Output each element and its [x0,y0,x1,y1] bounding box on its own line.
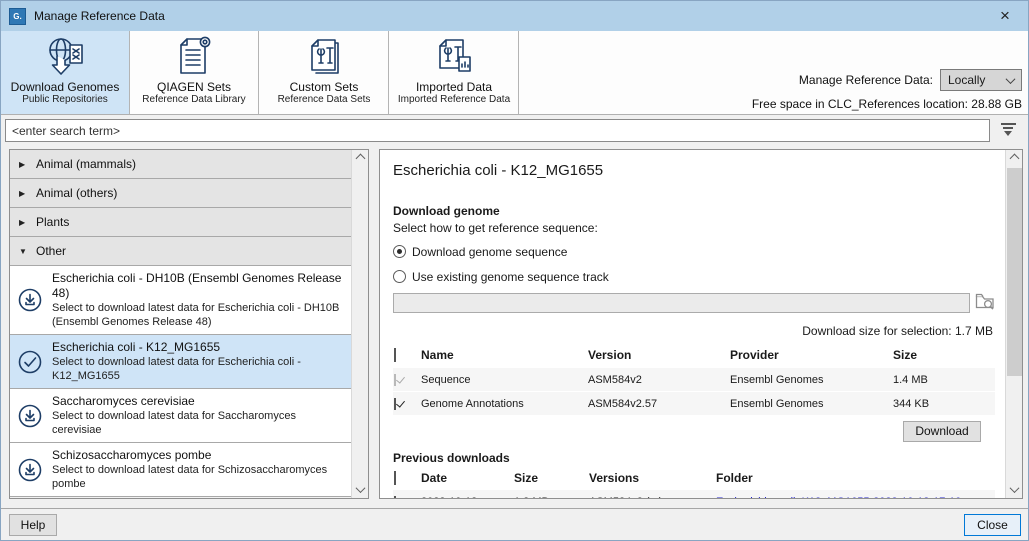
select-all-checkbox[interactable] [394,471,396,485]
radio-download-genome-sequence[interactable]: Download genome sequence [393,243,995,260]
browse-folder-icon[interactable] [975,292,995,313]
item-title: Escherichia coli - DH10B (Ensembl Genome… [52,271,345,301]
files-table-header: Name Version Provider Size [393,343,995,367]
download-circle-icon [16,287,44,313]
reference-sequence-subheading: Select how to get reference sequence: [393,221,995,235]
custom-sets-icon [302,34,346,80]
search-input[interactable] [5,119,990,142]
category-animal-mammals[interactable]: ▶ Animal (mammals) [10,150,351,179]
collapsed-arrow-icon: ▶ [19,160,28,169]
tab-label: Imported Data [416,80,492,94]
tab-download-genomes[interactable]: Download Genomes Public Repositories [1,31,130,114]
manage-location-label: Manage Reference Data: [799,72,933,88]
download-genomes-icon [43,34,87,80]
table-row[interactable]: Sequence ASM584v2 Ensembl Genomes 1.4 MB [393,368,995,391]
download-size-label: Download size for selection: 1.7 MB [393,324,995,338]
imported-data-icon [432,34,476,80]
window-title: Manage Reference Data [34,9,165,23]
tab-sublabel: Imported Reference Data [398,94,510,106]
previous-downloads-heading: Previous downloads [393,451,995,465]
scrollbar-thumb[interactable] [1007,168,1022,376]
list-item[interactable]: Saccharomyces cerevisiae Select to downl… [10,389,351,443]
download-genome-heading: Download genome [393,204,995,218]
tab-imported-data[interactable]: Imported Data Imported Reference Data [390,31,519,114]
scroll-down-icon[interactable] [1006,481,1023,498]
folder-link[interactable]: Escherichia_coli_K12_MG1655-2023-10-18-1… [716,496,995,499]
radio-use-existing-track[interactable]: Use existing genome sequence track [393,268,995,285]
help-button[interactable]: Help [9,514,57,536]
close-icon: × [1000,6,1010,26]
scroll-up-icon[interactable] [352,150,369,167]
app-icon: G. [9,8,26,25]
item-subtitle: Select to download latest data for Esche… [52,301,345,329]
item-subtitle: Select to download latest data for Schiz… [52,463,345,491]
tab-qiagen-sets[interactable]: QIAGEN Sets Reference Data Library [130,31,259,114]
tab-label: Custom Sets [290,80,359,94]
files-table: Name Version Provider Size Sequence ASM5… [393,343,995,415]
tab-label: Download Genomes [11,80,120,94]
check-circle-icon [16,349,44,375]
tab-bar: Download Genomes Public Repositories QIA… [1,31,1028,115]
list-item[interactable]: Schizosaccharomyces pombe Select to down… [10,443,351,497]
item-subtitle: Select to download latest data for Esche… [52,355,345,383]
list-item-selected[interactable]: Escherichia coli - K12_MG1655 Select to … [10,335,351,389]
titlebar: G. Manage Reference Data × [1,1,1028,31]
detail-title: Escherichia coli - K12_MG1655 [393,162,995,179]
select-all-checkbox[interactable] [394,348,396,362]
row-checkbox[interactable] [394,496,396,499]
filter-icon[interactable] [1000,123,1016,138]
category-animal-others[interactable]: ▶ Animal (others) [10,179,351,208]
category-other[interactable]: ▼ Other [10,237,351,266]
row-checkbox-disabled [394,374,396,386]
collapsed-arrow-icon: ▶ [19,189,28,198]
tab-sublabel: Reference Data Library [142,94,245,106]
download-button[interactable]: Download [903,421,981,442]
genome-detail-panel: Escherichia coli - K12_MG1655 Download g… [379,149,1023,499]
row-checkbox[interactable] [394,398,396,410]
item-title: Escherichia coli - K12_MG1655 [52,340,345,355]
scroll-up-icon[interactable] [1006,150,1023,167]
left-panel-scrollbar[interactable] [351,150,368,498]
table-row[interactable]: Genome Annotations ASM584v2.57 Ensembl G… [393,392,995,415]
tab-custom-sets[interactable]: Custom Sets Reference Data Sets [260,31,389,114]
manage-location-select[interactable]: Locally [940,69,1022,91]
close-button[interactable]: Close [964,514,1021,536]
genome-list-panel: ▶ Animal (mammals) ▶ Animal (others) ▶ P… [9,149,369,499]
previous-table-header: Date Size Versions Folder [393,467,995,489]
right-panel-scrollbar[interactable] [1005,150,1022,498]
search-row [1,115,1028,147]
radio-unselected-icon [393,270,406,283]
manage-location-value: Locally [948,73,985,87]
tab-sublabel: Public Repositories [22,94,108,106]
tab-sublabel: Reference Data Sets [278,94,371,106]
item-title: Schizosaccharomyces pombe [52,448,345,463]
dialog-footer: Help Close [1,508,1028,540]
table-row[interactable]: 2023-10-18 1.8 MB ASM584v2 (...) Escheri… [393,490,995,498]
window-close-button[interactable]: × [982,1,1028,31]
tab-label: QIAGEN Sets [157,80,231,94]
collapsed-arrow-icon: ▶ [19,218,28,227]
download-circle-icon [16,403,44,429]
download-circle-icon [16,457,44,483]
radio-selected-icon [393,245,406,258]
expanded-arrow-icon: ▼ [19,247,28,256]
scroll-down-icon[interactable] [352,481,369,498]
genome-track-input [393,293,970,313]
item-subtitle: Select to download latest data for Sacch… [52,409,345,437]
item-title: Saccharomyces cerevisiae [52,394,345,409]
chevron-down-icon [1006,74,1016,84]
previous-downloads-table: Date Size Versions Folder 2023-10-18 1.8… [393,467,995,498]
manage-reference-data-dialog: G. Manage Reference Data × Download Geno… [0,0,1029,541]
list-item[interactable]: Escherichia coli - DH10B (Ensembl Genome… [10,266,351,335]
free-space-references: Free space in CLC_References location: 2… [752,96,1022,112]
qiagen-sets-icon [172,34,216,80]
category-plants[interactable]: ▶ Plants [10,208,351,237]
